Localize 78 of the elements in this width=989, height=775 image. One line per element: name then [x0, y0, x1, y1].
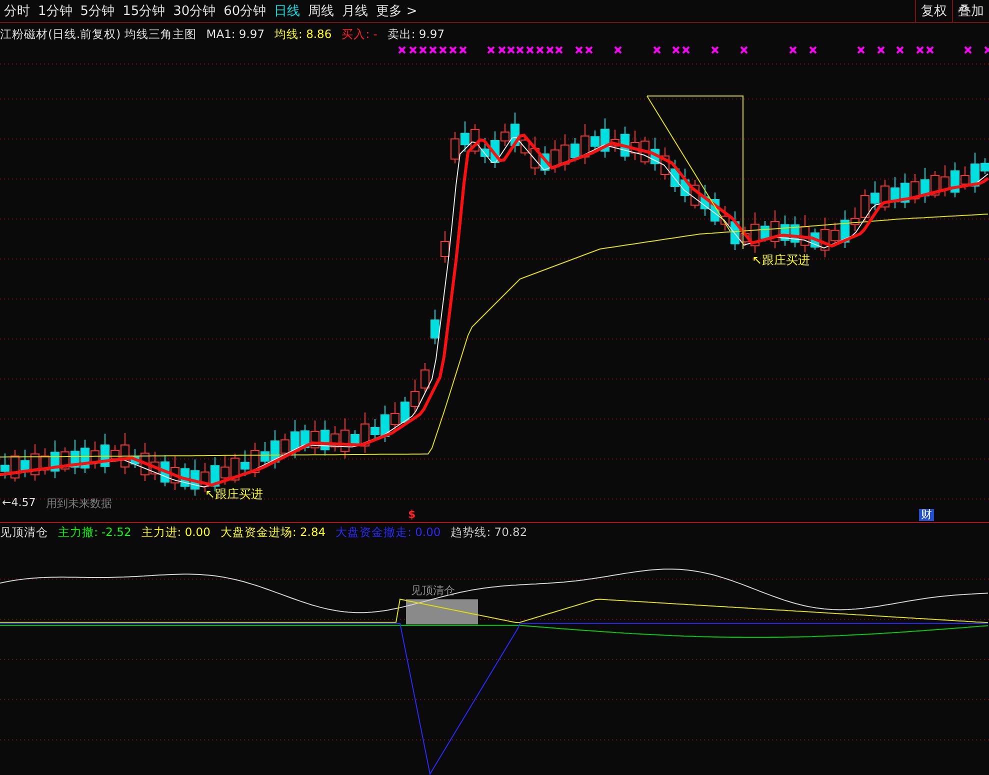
candlestick	[460, 120, 470, 152]
period-tab[interactable]: 周线	[304, 0, 338, 22]
candlestick	[440, 230, 450, 264]
candlestick	[790, 216, 800, 248]
chart-title: 江粉磁材(日线.前复权) 均线三角主图	[0, 26, 196, 42]
candlestick	[660, 147, 670, 180]
period-tab[interactable]: 1分钟	[34, 0, 76, 22]
legend-value: 卖出: 9.97	[387, 26, 445, 42]
candlestick	[900, 173, 910, 209]
candlestick	[160, 454, 170, 487]
event-marker[interactable]: $	[408, 509, 416, 521]
candlestick	[410, 379, 420, 414]
candlestick	[710, 192, 720, 226]
candlestick	[300, 424, 310, 452]
candlestick	[170, 455, 180, 491]
candlestick	[450, 131, 460, 164]
candlestick	[670, 159, 680, 193]
legend-value: 主力撤: -2.52	[58, 524, 132, 540]
candlestick	[680, 168, 690, 203]
candlestick	[30, 444, 40, 482]
candlestick	[0, 452, 10, 480]
low-price-marker: ←4.57	[2, 496, 36, 509]
candlestick	[180, 462, 190, 490]
notice-text: 用到未来数据	[46, 496, 112, 511]
candlestick	[880, 179, 890, 212]
period-tab[interactable]: 日线	[270, 0, 304, 22]
legend-value: 买入: -	[342, 26, 378, 42]
period-tab[interactable]: 更多 >	[372, 0, 422, 22]
candlestick	[420, 362, 430, 393]
candlestick	[540, 146, 550, 176]
candlestick	[80, 439, 90, 474]
candlestick	[890, 176, 900, 209]
candlestick	[870, 180, 880, 211]
buy-annotation: ↖跟庄买进	[205, 486, 264, 503]
legend-value: 均线: 8.86	[274, 26, 332, 42]
candlestick	[470, 124, 480, 155]
period-tab[interactable]: 30分钟	[169, 0, 220, 22]
clear-signal-bar	[406, 599, 478, 624]
legend-value: 大盘资金进场: 2.84	[220, 524, 326, 540]
candlestick	[190, 458, 200, 496]
buy-annotation: ↖跟庄买进	[752, 252, 810, 269]
candlestick	[910, 173, 920, 204]
legend-value: MA1: 9.97	[206, 27, 265, 41]
candlestick	[860, 188, 870, 222]
candlestick	[920, 167, 930, 204]
candlestick	[150, 451, 160, 481]
period-tab[interactable]: 5分钟	[76, 0, 119, 22]
candlestick	[10, 449, 20, 482]
legend-value: 趋势线: 70.82	[450, 524, 528, 540]
candlestick	[20, 449, 30, 478]
period-tab[interactable]: 分时	[0, 0, 34, 22]
toolbar-button[interactable]: 复权	[915, 0, 952, 22]
candlestick	[40, 448, 50, 476]
candlestick	[650, 137, 660, 172]
candlestick	[480, 137, 490, 164]
candlestick	[70, 439, 80, 475]
candlestick	[780, 214, 790, 246]
legend-value: 大盘资金撤走: 0.00	[336, 524, 441, 540]
candlestick	[390, 402, 400, 432]
period-tab[interactable]: 60分钟	[220, 0, 270, 22]
period-tab[interactable]: 15分钟	[118, 0, 170, 22]
event-marker[interactable]: 财	[919, 509, 934, 521]
indicator-title: 见顶清仓	[0, 524, 48, 540]
candlestick	[690, 179, 700, 209]
candlestick	[630, 130, 640, 161]
candlestick	[240, 450, 250, 477]
bar-label: 见顶清仓	[411, 583, 455, 598]
legend-value: 主力进: 0.00	[141, 524, 210, 540]
candlestick	[250, 442, 260, 478]
candlestick	[310, 420, 320, 455]
candlestick	[220, 455, 230, 486]
candlestick	[430, 309, 440, 345]
candlestick	[550, 140, 560, 174]
candlestick	[940, 164, 950, 197]
candlestick	[700, 184, 710, 216]
period-tab[interactable]: 月线	[338, 0, 372, 22]
candlestick	[320, 420, 330, 456]
toolbar-button[interactable]: 叠加	[952, 0, 989, 22]
